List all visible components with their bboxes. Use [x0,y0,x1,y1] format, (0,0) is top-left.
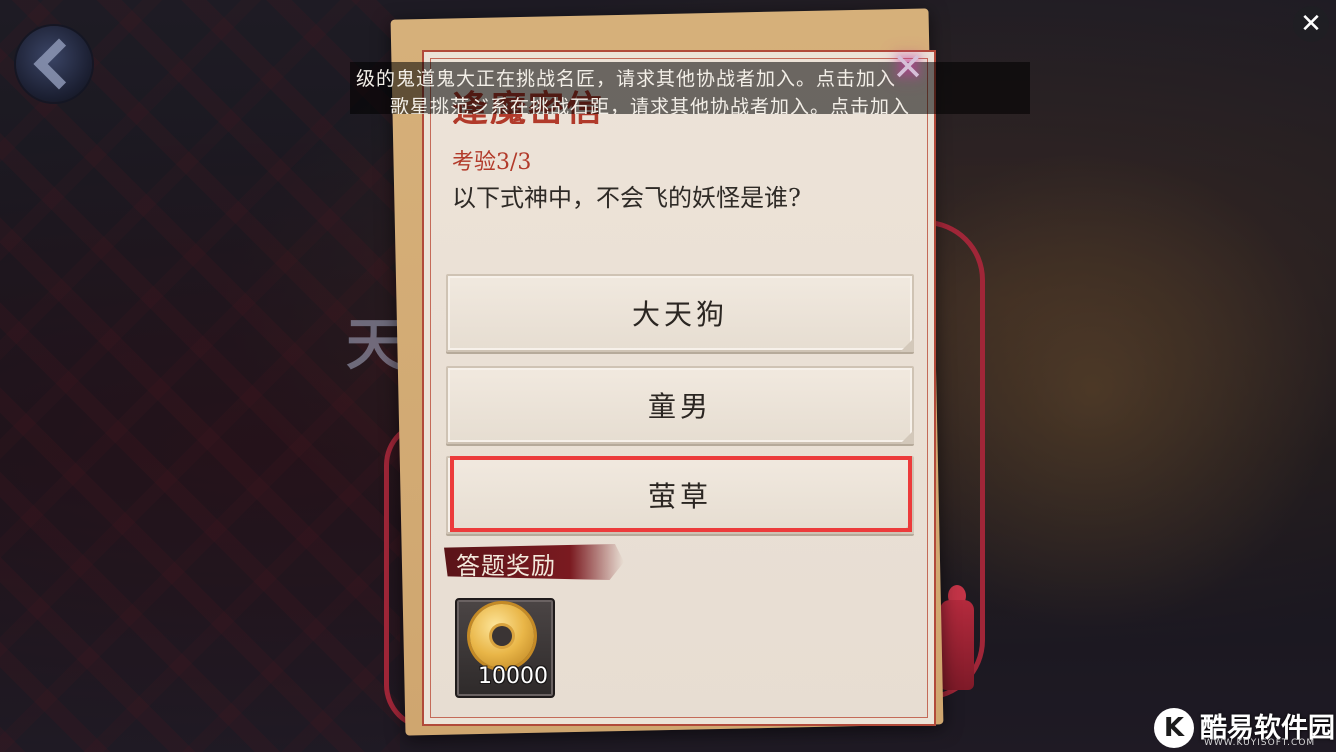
close-icon: ✕ [892,45,924,89]
back-button[interactable] [16,26,92,102]
answer-option-label: 大天狗 [631,298,728,331]
round-label: 考验3/3 [452,150,532,175]
tassel-decoration [940,600,974,690]
answer-highlight-box [450,456,912,532]
watermark-url: WWW.KUYISOFT.COM [1204,738,1316,748]
close-icon: ✕ [1300,9,1322,39]
answer-option-label: 童男 [647,390,712,423]
notification-line-2: 歌星挑范ジ系在挑战石距，请求其他协战者加入。点击加入 [390,96,911,114]
page-fold-decoration [900,430,914,444]
page-fold-decoration [900,338,914,352]
answer-option-2[interactable]: 童男 [446,366,914,444]
reward-count: 10000 [478,664,548,689]
watermark-logo-icon: K [1154,708,1194,748]
back-arrow-icon [33,38,85,90]
answer-option-1[interactable]: 大天狗 [446,274,914,352]
reward-section-label: 答题奖励 [456,552,556,580]
close-screen-button[interactable]: ✕ [1293,6,1329,42]
question-text: 以下式神中，不会飞的妖怪是谁? [452,184,801,212]
coin-hole [492,626,512,646]
notification-line-1: 级的鬼道鬼大正在挑战名匠，请求其他协战者加入。点击加入 [356,68,897,90]
background-glyph: 天 [346,313,402,378]
close-dialog-button[interactable]: ✕ [880,44,936,90]
